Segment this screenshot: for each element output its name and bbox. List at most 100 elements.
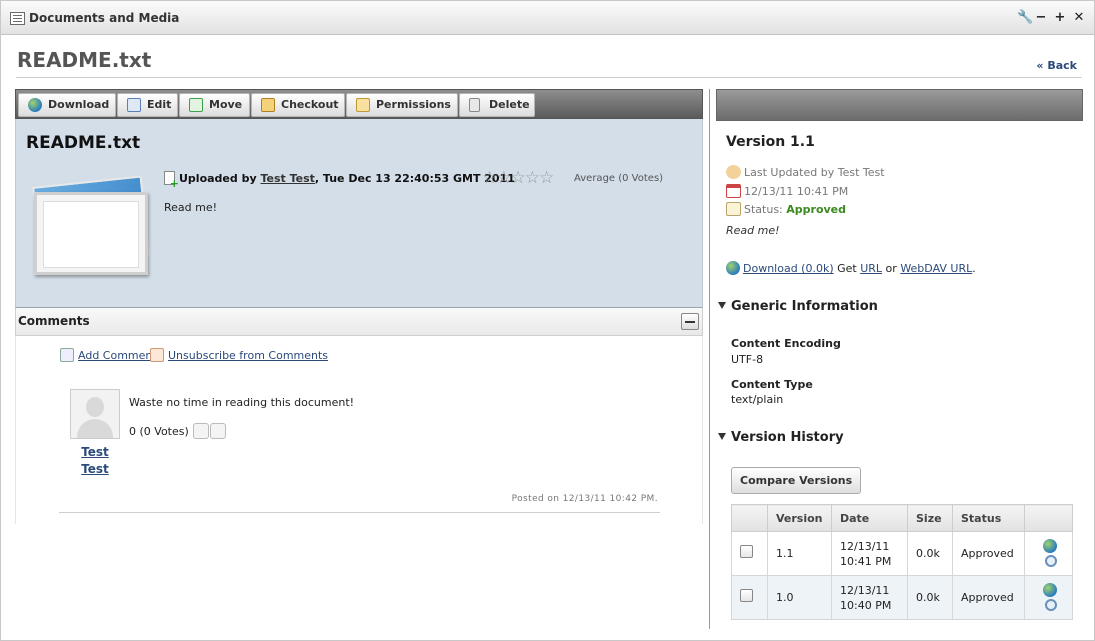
uploaded-by-label: Uploaded by [179,172,261,185]
file-thumbnail [34,192,148,275]
avatar[interactable] [70,389,120,439]
comment-votes: 0 (0 Votes) [129,425,189,438]
webdav-url-link[interactable]: WebDAV URL [900,262,972,275]
column-size[interactable]: Size [907,504,953,532]
collapse-comments-button[interactable] [681,313,699,330]
version-history-table: Version Date Size Status 1.1 12/13/11 10:… [731,504,1073,620]
row-checkbox[interactable] [740,589,753,602]
file-description: Read me! [164,201,218,214]
content-encoding-value: UTF-8 [731,353,764,366]
permissions-button[interactable]: Permissions [346,93,458,117]
portlet-titlebar: Documents and Media 🔧 − + ✕ [1,1,1094,35]
thumbs-down-icon[interactable] [210,423,227,439]
view-magnifier-icon[interactable] [1045,598,1057,611]
comment-author: Test Test [70,444,120,478]
table-row: 1.0 12/13/11 10:40 PM 0.0k Approved [731,575,1073,620]
unsubscribe-action: Unsubscribe from Comments [150,348,328,362]
download-globe-icon[interactable] [1043,582,1057,597]
last-updated-row: Last Updated by Test Test [726,165,885,179]
page-title: README.txt [17,48,152,72]
version-toolbar [716,89,1083,121]
compare-versions-button[interactable]: Compare Versions [731,467,862,494]
download-size-link[interactable]: Download (0.0k) [743,262,834,275]
period-text: . [972,262,976,275]
column-version[interactable]: Version [767,504,832,532]
uploader-link[interactable]: Test Test [260,172,314,185]
pane-divider[interactable] [709,89,710,629]
trash-icon [469,98,480,112]
minimize-icon[interactable]: − [1034,10,1048,26]
move-button[interactable]: Move [179,93,250,117]
status-cell: Approved [952,575,1025,620]
add-comment-icon [60,348,74,362]
version-history-title: Version History [731,430,844,445]
add-comment-action: Add Comment [60,348,157,362]
column-status[interactable]: Status [952,504,1025,532]
edit-label: Edit [147,98,172,111]
content-type-label: Content Type [731,378,813,391]
status-cell: Approved [952,531,1025,576]
document-add-icon [164,171,179,189]
globe-icon [726,261,740,275]
rating-average: Average (0 Votes) [574,173,664,184]
permissions-label: Permissions [376,98,451,111]
document-toolbar: Download Edit Move Checkout Permissions … [15,89,703,119]
row-checkbox[interactable] [740,545,753,558]
close-icon[interactable]: ✕ [1072,10,1086,26]
comment-posted-date: Posted on 12/13/11 10:42 PM. [511,494,658,504]
table-header-row: Version Date Size Status [731,504,1073,532]
status-icon [726,202,741,216]
status-label: Status: [744,203,783,216]
unsubscribe-icon [150,348,164,362]
comments-title: Comments [18,314,90,328]
size-cell: 0.0k [907,575,953,620]
upload-info: Uploaded by Test Test, Tue Dec 13 22:40:… [164,171,515,189]
view-magnifier-icon[interactable] [1045,554,1057,567]
status-badge: Approved [786,203,847,216]
checkout-button[interactable]: Checkout [251,93,345,117]
portlet-icon [10,12,25,25]
row-select-cell [731,531,768,576]
add-comment-link[interactable]: Add Comment [78,349,157,362]
triangle-down-icon [718,302,726,309]
edit-button[interactable]: Edit [117,93,178,117]
comments-header: Comments [15,308,703,336]
time-line: 10:40 PM [840,598,892,612]
generic-information-toggle[interactable]: Generic Information [718,299,878,314]
comment-author-first[interactable]: Test [81,445,109,459]
move-label: Move [209,98,243,111]
globe-icon [28,98,42,112]
version-cell: 1.0 [767,575,832,620]
status-row: Status: Approved [726,202,846,216]
rating-stars[interactable]: ☆☆☆☆☆ [482,168,554,188]
time-line: 10:41 PM [840,554,892,568]
calendar-icon [726,184,741,198]
column-date[interactable]: Date [831,504,908,532]
back-link[interactable]: « Back [1036,59,1077,72]
date-row: 12/13/11 10:41 PM [726,184,848,198]
thumbs-up-icon[interactable] [193,423,210,439]
comment-votes-row: 0 (0 Votes) [129,423,227,439]
maximize-icon[interactable]: + [1053,10,1067,26]
column-select [731,504,768,532]
configuration-wrench-icon[interactable]: 🔧 [1017,10,1033,26]
version-history-toggle[interactable]: Version History [718,430,844,445]
download-label: Download [48,98,110,111]
url-link[interactable]: URL [860,262,882,275]
table-row: 1.1 12/13/11 10:41 PM 0.0k Approved [731,531,1073,576]
file-name: README.txt [26,133,141,153]
comments-section: Add Comment Unsubscribe from Comments Te… [15,336,703,524]
unsubscribe-link[interactable]: Unsubscribe from Comments [168,349,328,362]
column-actions [1024,504,1073,532]
download-globe-icon[interactable] [1043,538,1057,553]
version-cell: 1.1 [767,531,832,576]
delete-label: Delete [489,98,530,111]
portlet-title: Documents and Media [29,11,180,25]
content-type-value: text/plain [731,393,784,406]
file-info-panel: README.txt Uploaded by Test Test, Tue De… [15,119,703,308]
delete-button[interactable]: Delete [459,93,535,117]
generic-information-title: Generic Information [731,299,878,314]
download-button[interactable]: Download [18,93,116,117]
row-select-cell [731,575,768,620]
comment-author-last[interactable]: Test [81,462,109,476]
